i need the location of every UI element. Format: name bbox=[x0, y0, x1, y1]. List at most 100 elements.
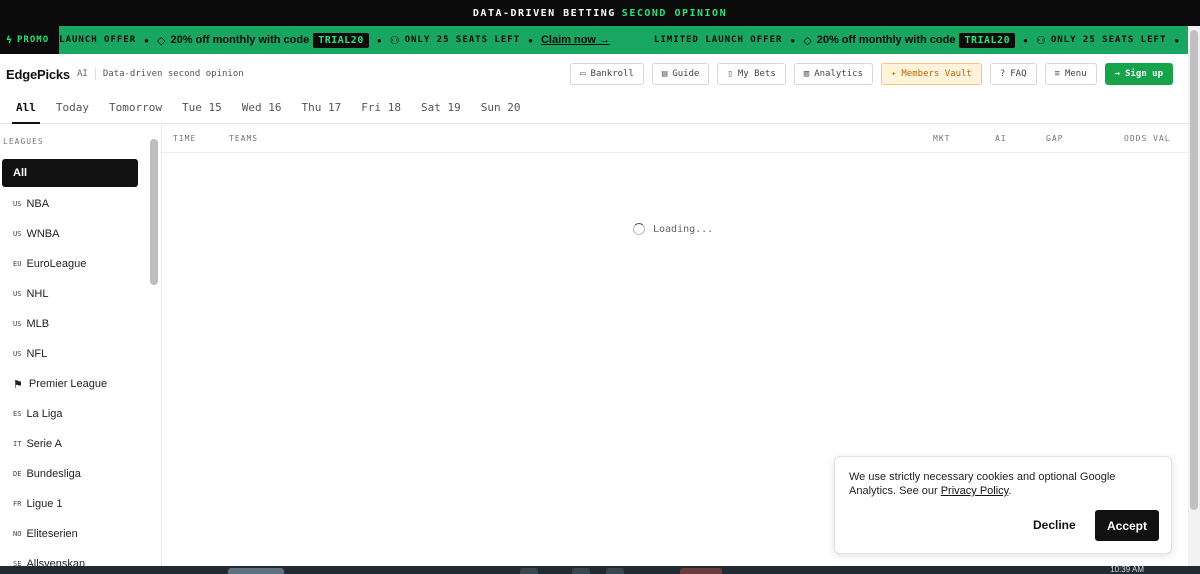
promo-item: TRIAL20 ● bbox=[955, 32, 1036, 48]
taskbar-app-icon[interactable] bbox=[606, 568, 624, 574]
country-code: US bbox=[13, 200, 22, 208]
menu-label: Menu bbox=[1064, 69, 1087, 79]
promo-item: ⚇ ONLY 25 SEATS LEFT ● bbox=[1036, 34, 1187, 47]
promo-code[interactable]: TRIAL20 bbox=[313, 32, 369, 48]
flag-icon: ⚑ bbox=[13, 378, 23, 391]
separator-dot: ● bbox=[1023, 35, 1028, 45]
sidebar-item-league[interactable]: US WNBA bbox=[2, 219, 138, 249]
promo-item: LAUNCH OFFER ● bbox=[59, 35, 157, 45]
country-code: NO bbox=[13, 530, 22, 538]
sidebar-item-league[interactable]: ⚑ Premier League bbox=[2, 369, 138, 399]
col-mkt: MKT bbox=[933, 134, 951, 143]
members-vault-button[interactable]: ✦ Members Vault bbox=[880, 63, 982, 85]
day-tab[interactable]: Sat 19 bbox=[411, 101, 471, 123]
os-taskbar: 10:39 AM bbox=[0, 565, 1200, 574]
sidebar-item-league[interactable]: NO Eliteserien bbox=[2, 519, 138, 549]
promo-offer-text: LIMITED LAUNCH OFFER bbox=[654, 35, 783, 45]
sidebar-item-league[interactable]: EU EuroLeague bbox=[2, 249, 138, 279]
country-code: US bbox=[13, 290, 22, 298]
ai-tag: AI bbox=[76, 69, 88, 79]
menu-button[interactable]: ≡ Menu bbox=[1044, 63, 1097, 85]
sidebar-item-league[interactable]: US NBA bbox=[2, 189, 138, 219]
taskbar-app-icon[interactable] bbox=[572, 568, 590, 574]
league-name: Allsvenskan bbox=[26, 558, 86, 566]
header-nav: ▭ Bankroll ▤ Guide ▯ My Bets ▥ Analytics ✦ Member… bbox=[570, 63, 1173, 85]
promo-code[interactable]: TRIAL20 bbox=[959, 32, 1016, 48]
day-tab[interactable]: All bbox=[6, 101, 46, 124]
privacy-policy-link[interactable]: Privacy Policy bbox=[941, 485, 1009, 497]
sidebar-item-league[interactable]: FR Ligue 1 bbox=[2, 489, 138, 519]
decline-button[interactable]: Decline bbox=[1033, 518, 1076, 532]
document-icon: ▤ bbox=[661, 69, 668, 79]
announcement-accent: SECOND OPINION bbox=[621, 7, 728, 19]
site-header: EdgePicks AI Data-driven second opinion … bbox=[0, 54, 1188, 94]
promo-item: ◇ 20% off monthly with code bbox=[803, 34, 955, 47]
day-tab[interactable]: Thu 17 bbox=[291, 101, 351, 123]
cookie-text-end: . bbox=[1008, 485, 1012, 497]
loading-indicator: Loading... bbox=[633, 223, 713, 235]
promo-seats-text: ONLY 25 SEATS LEFT bbox=[1050, 35, 1167, 45]
guide-button[interactable]: ▤ Guide bbox=[651, 63, 710, 85]
help-icon: ? bbox=[999, 69, 1006, 79]
sidebar-item-league[interactable]: US NFL bbox=[2, 339, 138, 369]
separator-dot: ● bbox=[1174, 35, 1180, 45]
col-time: TIME bbox=[173, 134, 197, 143]
taskbar-app-icon[interactable] bbox=[520, 568, 538, 574]
day-tab[interactable]: Wed 16 bbox=[232, 101, 292, 123]
analytics-button[interactable]: ▥ Analytics bbox=[793, 63, 873, 85]
faq-button[interactable]: ? FAQ bbox=[989, 63, 1037, 85]
day-tab[interactable]: Tomorrow bbox=[99, 101, 172, 123]
brand-logo[interactable]: EdgePicks bbox=[6, 67, 70, 82]
sidebar-item-league[interactable]: DE Bundesliga bbox=[2, 459, 138, 489]
promo-tag-label: PROMO bbox=[17, 35, 50, 45]
taskbar-browser-icon[interactable] bbox=[680, 568, 722, 574]
menu-icon: ≡ bbox=[1054, 69, 1060, 79]
bankroll-button[interactable]: ▭ Bankroll bbox=[570, 63, 644, 85]
guide-label: Guide bbox=[672, 69, 700, 79]
promo-item: TRIAL20 ● bbox=[309, 32, 390, 48]
loading-text: Loading... bbox=[653, 223, 714, 235]
taskbar-clock: 10:39 AM bbox=[1110, 565, 1144, 574]
league-name: EuroLeague bbox=[26, 258, 87, 270]
league-name: NFL bbox=[26, 348, 48, 360]
sidebar-scrollbar[interactable] bbox=[150, 139, 158, 285]
members-vault-label: Members Vault bbox=[901, 69, 972, 79]
promo-item[interactable]: Claim now → bbox=[541, 34, 654, 46]
league-name: Serie A bbox=[26, 438, 62, 450]
sign-up-button[interactable]: → Sign up bbox=[1104, 63, 1173, 85]
claim-now-link[interactable]: Claim now → bbox=[541, 34, 610, 46]
accept-button[interactable]: Accept bbox=[1095, 510, 1159, 541]
login-icon: → bbox=[1114, 69, 1121, 79]
day-tab[interactable]: Fri 18 bbox=[351, 101, 411, 123]
separator-dot: ● bbox=[376, 35, 382, 45]
cookie-banner: We use strictly necessary cookies and op… bbox=[834, 456, 1172, 554]
analytics-label: Analytics bbox=[814, 69, 863, 79]
promo-ticker-track: LAUNCH OFFER ● ◇ 20% off monthly with code T… bbox=[59, 32, 1187, 48]
taskbar-search-icon[interactable] bbox=[228, 568, 284, 574]
games-table-header: TIME TEAMS MKT AI GAP ODDS VAL bbox=[162, 125, 1188, 153]
country-code: ES bbox=[13, 410, 22, 418]
page-scrollbar[interactable] bbox=[1188, 26, 1200, 566]
col-teams: TEAMS bbox=[229, 134, 259, 143]
sidebar-item-league[interactable]: IT Serie A bbox=[2, 429, 138, 459]
day-tab[interactable]: Today bbox=[46, 101, 99, 123]
day-tab[interactable]: Sun 20 bbox=[471, 101, 531, 123]
day-tab[interactable]: Tue 15 bbox=[172, 101, 232, 123]
announcement-text: DATA-DRIVEN BETTING bbox=[472, 7, 616, 19]
separator-dot: ● bbox=[528, 35, 533, 45]
promo-offer-text: LAUNCH OFFER bbox=[59, 35, 137, 45]
sidebar-item-league[interactable]: US NHL bbox=[2, 279, 138, 309]
spinner-icon bbox=[633, 223, 645, 235]
leagues-sidebar: LEAGUES All US NBA US WNBA EU EuroLeague US NHL U… bbox=[0, 125, 162, 566]
col-ai: AI bbox=[995, 134, 1007, 143]
sidebar-item-league[interactable]: SE Allsvenskan bbox=[2, 549, 138, 566]
sidebar-item-league[interactable]: All bbox=[2, 159, 138, 187]
promo-item: ⚇ ONLY 25 SEATS LEFT ● bbox=[390, 34, 541, 47]
sidebar-item-league[interactable]: US MLB bbox=[2, 309, 138, 339]
my-bets-button[interactable]: ▯ My Bets bbox=[717, 63, 786, 85]
promo-item: LIMITED LAUNCH OFFER ● bbox=[654, 35, 803, 45]
promo-item: ◇ 20% off monthly with code bbox=[157, 34, 309, 47]
sidebar-item-league[interactable]: ES La Liga bbox=[2, 399, 138, 429]
league-name: Bundesliga bbox=[26, 468, 81, 480]
page-scrollbar-thumb[interactable] bbox=[1190, 30, 1198, 510]
